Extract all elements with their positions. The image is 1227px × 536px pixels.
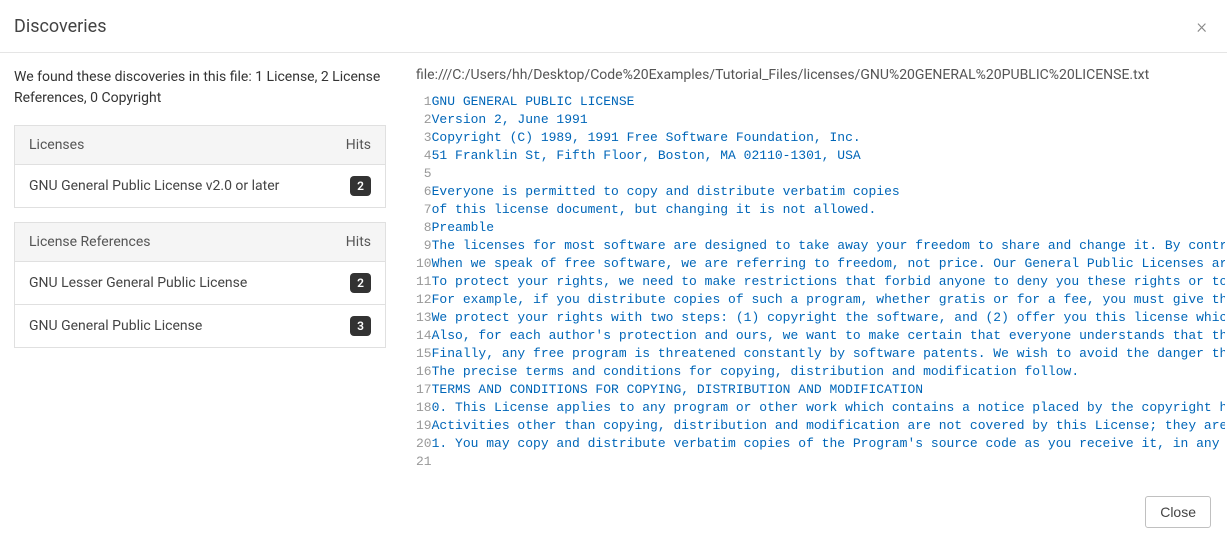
- code-line: [432, 165, 1225, 183]
- license-row[interactable]: GNU General Public License v2.0 or later…: [14, 165, 386, 208]
- code-row: 201. You may copy and distribute verbati…: [416, 435, 1225, 453]
- license-references-section: License References Hits GNU Lesser Gener…: [14, 222, 386, 348]
- code-line: 0. This License applies to any program o…: [432, 399, 1225, 417]
- line-number: 19: [416, 417, 432, 435]
- code-line: of this license document, but changing i…: [432, 201, 1225, 219]
- line-number: 21: [416, 453, 432, 471]
- line-number: 5: [416, 165, 432, 183]
- code-scroll-area[interactable]: 1GNU GENERAL PUBLIC LICENSE2Version 2, J…: [416, 93, 1225, 471]
- code-line: Preamble: [432, 219, 1225, 237]
- code-row: 15Finally, any free program is threatene…: [416, 345, 1225, 363]
- code-line: Activities other than copying, distribut…: [432, 417, 1225, 435]
- code-row: 451 Franklin St, Fifth Floor, Boston, MA…: [416, 147, 1225, 165]
- section-title: Licenses: [29, 137, 84, 153]
- license-name: GNU General Public License v2.0 or later: [29, 178, 279, 194]
- code-line: Everyone is permitted to copy and distri…: [432, 183, 1225, 201]
- license-references-header: License References Hits: [14, 222, 386, 262]
- line-number: 9: [416, 237, 432, 255]
- line-number: 12: [416, 291, 432, 309]
- file-preview-panel: file:///C:/Users/hh/Desktop/Code%20Examp…: [416, 67, 1225, 471]
- code-line: Finally, any free program is threatened …: [432, 345, 1225, 363]
- code-line: Copyright (C) 1989, 1991 Free Software F…: [432, 129, 1225, 147]
- line-number: 17: [416, 381, 432, 399]
- summary-text: We found these discoveries in this file:…: [14, 67, 386, 109]
- page-title: Discoveries: [14, 16, 107, 37]
- code-row: 14Also, for each author's protection and…: [416, 327, 1225, 345]
- code-row: 21: [416, 453, 1225, 471]
- discoveries-scroll[interactable]: We found these discoveries in this file:…: [14, 67, 396, 362]
- hits-label: Hits: [346, 137, 371, 153]
- hits-badge: 2: [350, 176, 371, 196]
- line-number: 13: [416, 309, 432, 327]
- close-icon[interactable]: ×: [1193, 14, 1211, 38]
- license-ref-row[interactable]: GNU General Public License 3: [14, 305, 386, 348]
- line-number: 14: [416, 327, 432, 345]
- code-row: 11To protect your rights, we need to mak…: [416, 273, 1225, 291]
- dialog-content: We found these discoveries in this file:…: [0, 53, 1227, 481]
- code-line: When we speak of free software, we are r…: [432, 255, 1225, 273]
- line-number: 18: [416, 399, 432, 417]
- code-row: 180. This License applies to any program…: [416, 399, 1225, 417]
- code-row: 7of this license document, but changing …: [416, 201, 1225, 219]
- code-line: 51 Franklin St, Fifth Floor, Boston, MA …: [432, 147, 1225, 165]
- code-row: 17TERMS AND CONDITIONS FOR COPYING, DIST…: [416, 381, 1225, 399]
- code-row: 19Activities other than copying, distrib…: [416, 417, 1225, 435]
- code-line: GNU GENERAL PUBLIC LICENSE: [432, 93, 1225, 111]
- license-ref-row[interactable]: GNU Lesser General Public License 2: [14, 262, 386, 305]
- licenses-header: Licenses Hits: [14, 125, 386, 165]
- line-number: 20: [416, 435, 432, 453]
- close-button[interactable]: Close: [1145, 496, 1211, 528]
- code-row: 2Version 2, June 1991: [416, 111, 1225, 129]
- dialog-footer: Close: [1145, 496, 1211, 528]
- code-line: Version 2, June 1991: [432, 111, 1225, 129]
- code-line: 1. You may copy and distribute verbatim …: [432, 435, 1225, 453]
- line-number: 6: [416, 183, 432, 201]
- line-number: 1: [416, 93, 432, 111]
- code-line: For example, if you distribute copies of…: [432, 291, 1225, 309]
- code-line: Also, for each author's protection and o…: [432, 327, 1225, 345]
- hits-badge: 3: [350, 316, 371, 336]
- code-row: 3Copyright (C) 1989, 1991 Free Software …: [416, 129, 1225, 147]
- code-row: 6Everyone is permitted to copy and distr…: [416, 183, 1225, 201]
- code-line: The precise terms and conditions for cop…: [432, 363, 1225, 381]
- line-number: 4: [416, 147, 432, 165]
- line-number: 8: [416, 219, 432, 237]
- code-row: 13We protect your rights with two steps:…: [416, 309, 1225, 327]
- code-line: TERMS AND CONDITIONS FOR COPYING, DISTRI…: [432, 381, 1225, 399]
- code-row: 9The licenses for most software are desi…: [416, 237, 1225, 255]
- license-ref-name: GNU General Public License: [29, 318, 202, 334]
- line-number: 16: [416, 363, 432, 381]
- code-row: 10When we speak of free software, we are…: [416, 255, 1225, 273]
- line-number: 11: [416, 273, 432, 291]
- section-title: License References: [29, 234, 150, 250]
- code-line: To protect your rights, we need to make …: [432, 273, 1225, 291]
- code-row: 1GNU GENERAL PUBLIC LICENSE: [416, 93, 1225, 111]
- code-line: [432, 453, 1225, 471]
- hits-badge: 2: [350, 273, 371, 293]
- line-number: 10: [416, 255, 432, 273]
- line-number: 2: [416, 111, 432, 129]
- licenses-section: Licenses Hits GNU General Public License…: [14, 125, 386, 208]
- line-number: 3: [416, 129, 432, 147]
- dialog-header: Discoveries ×: [0, 0, 1227, 53]
- hits-label: Hits: [346, 234, 371, 250]
- line-number: 7: [416, 201, 432, 219]
- line-number: 15: [416, 345, 432, 363]
- code-viewer: 1GNU GENERAL PUBLIC LICENSE2Version 2, J…: [416, 93, 1225, 471]
- license-ref-name: GNU Lesser General Public License: [29, 275, 247, 291]
- code-row: 8Preamble: [416, 219, 1225, 237]
- code-line: The licenses for most software are desig…: [432, 237, 1225, 255]
- discoveries-panel: We found these discoveries in this file:…: [14, 67, 396, 471]
- code-line: We protect your rights with two steps: (…: [432, 309, 1225, 327]
- code-row: 16The precise terms and conditions for c…: [416, 363, 1225, 381]
- code-table: 1GNU GENERAL PUBLIC LICENSE2Version 2, J…: [416, 93, 1225, 471]
- code-row: 12For example, if you distribute copies …: [416, 291, 1225, 309]
- file-path: file:///C:/Users/hh/Desktop/Code%20Examp…: [416, 67, 1225, 83]
- code-row: 5: [416, 165, 1225, 183]
